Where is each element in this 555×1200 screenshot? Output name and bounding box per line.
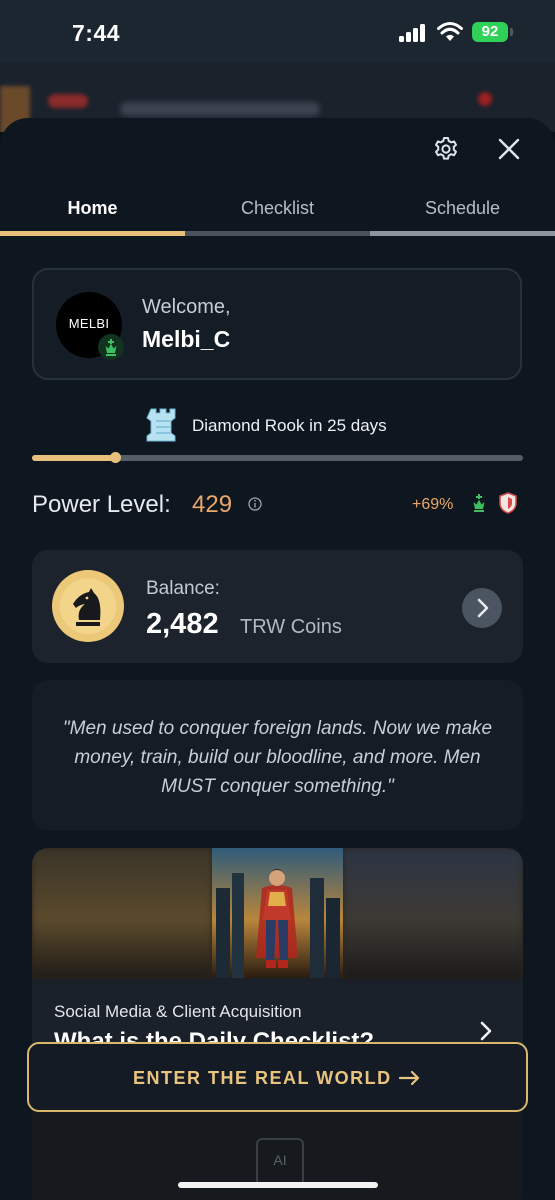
battery-indicator: 92 (472, 22, 508, 42)
status-time: 7:44 (72, 20, 121, 46)
power-level-row: Power Level: 429 +69% (32, 488, 523, 524)
enter-real-world-label: ENTER THE REAL WORLD (133, 1068, 392, 1088)
enter-real-world-button[interactable]: ENTER THE REAL WORLD (27, 1042, 528, 1112)
status-bar: 7:44 92 (0, 0, 555, 62)
balance-details-button[interactable] (462, 588, 502, 628)
power-level-label: Power Level: (32, 491, 171, 518)
knight-icon (73, 588, 101, 626)
chevron-right-icon (477, 598, 489, 618)
arrow-right-icon (399, 1070, 420, 1086)
balance-label: Balance: (146, 578, 220, 599)
balance-card[interactable]: Balance: 2,482 TRW Coins (32, 550, 523, 663)
tab-indicator-home (0, 231, 185, 236)
welcome-label: Welcome, (142, 296, 231, 318)
cellular-signal-icon (399, 24, 427, 42)
avatar[interactable]: MELBI (56, 292, 124, 360)
superhero-image (212, 848, 343, 978)
power-level-value: 429 (192, 491, 233, 518)
rank-progress-fill (32, 455, 116, 461)
rank-progress-row: Diamond Rook in 25 days (0, 404, 555, 444)
shield-icon (499, 492, 517, 514)
lesson-thumbnail (32, 848, 523, 978)
gear-icon[interactable] (433, 136, 459, 162)
quote-card: "Men used to conquer foreign lands. Now … (32, 680, 523, 830)
ai-chip-icon: AI (256, 1138, 304, 1186)
welcome-card[interactable]: MELBI Welcome, Melbi_C (32, 268, 522, 380)
quote-text: "Men used to conquer foreign lands. Now … (62, 718, 493, 797)
tab-checklist[interactable]: Checklist (185, 198, 370, 219)
balance-unit: TRW Coins (240, 616, 342, 638)
rank-progress-knob (110, 452, 122, 463)
rank-progress-text: Diamond Rook in 25 days (192, 416, 387, 435)
rank-progress-bar (32, 452, 523, 463)
lesson-card[interactable]: Social Media & Client Acquisition What i… (32, 848, 523, 1200)
chevron-right-icon[interactable] (478, 1020, 494, 1042)
home-indicator (178, 1182, 378, 1188)
coin-icon (52, 570, 124, 642)
diamond-rook-icon (146, 408, 176, 442)
avatar-text: MELBI (68, 316, 110, 331)
close-icon[interactable] (497, 137, 521, 161)
balance-amount: 2,482 (146, 608, 219, 640)
tab-schedule[interactable]: Schedule (370, 198, 555, 219)
lesson-category: Social Media & Client Acquisition (54, 1002, 302, 1021)
home-sheet: Home Checklist Schedule MELBI Welcome, M… (0, 118, 555, 1200)
king-icon (473, 494, 485, 512)
wifi-icon (437, 22, 463, 41)
username: Melbi_C (142, 326, 231, 352)
battery-level: 92 (481, 23, 499, 40)
tab-indicator-checklist (185, 231, 370, 236)
tab-home[interactable]: Home (0, 198, 185, 219)
tab-indicator-schedule (370, 231, 555, 236)
battery-cap (510, 28, 513, 36)
power-growth-percent: +69% (412, 496, 454, 513)
info-icon[interactable] (248, 497, 262, 511)
king-badge-icon (98, 334, 124, 360)
